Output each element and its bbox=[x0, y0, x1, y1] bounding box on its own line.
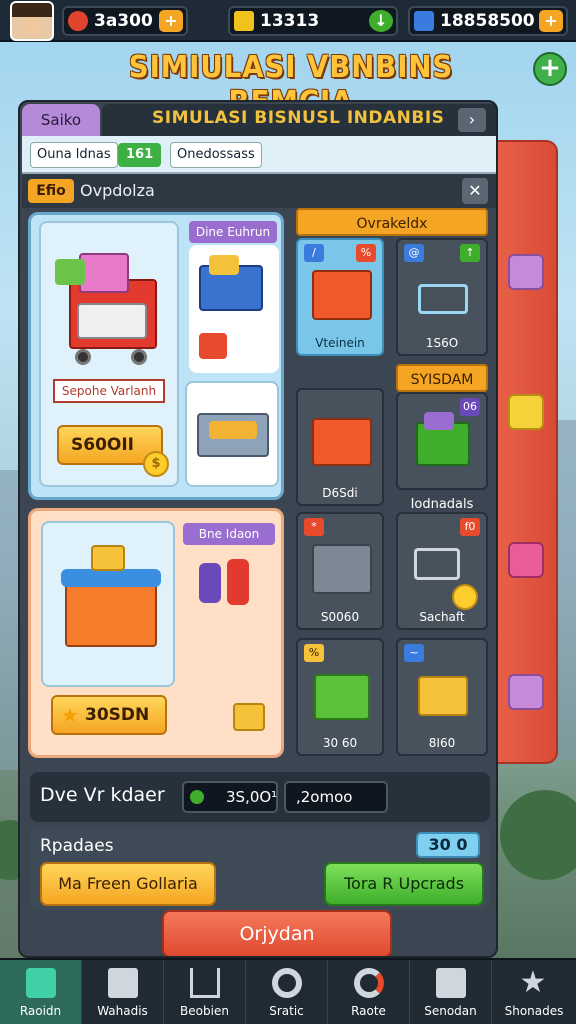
upgrade-row: Rpadaes 30 0 Ma Freen Gollaria Tora R Up… bbox=[30, 828, 490, 910]
cart-icon bbox=[418, 676, 468, 716]
amount-input[interactable]: 3S,0O¹ bbox=[182, 781, 278, 813]
collect-button[interactable]: ↓ bbox=[369, 10, 393, 32]
nav-item-wahadis[interactable]: Wahadis bbox=[82, 960, 164, 1024]
gallery-button[interactable]: Ma Freen Gollaria bbox=[40, 862, 216, 906]
filter-chip[interactable]: Ouna ldnas bbox=[30, 142, 118, 168]
upgrade-label: Rpadaes bbox=[40, 836, 114, 856]
resource-crates: 13313 ↓ bbox=[228, 6, 398, 36]
order-row: Dve Vr kdaer 3S,0O¹ ,2omoo bbox=[30, 772, 490, 822]
tile-product[interactable]: @ ↑ 1S6O bbox=[396, 238, 488, 356]
side-item-icon[interactable] bbox=[508, 394, 544, 430]
resource-money: 18858500 + bbox=[408, 6, 568, 36]
player-avatar[interactable] bbox=[10, 1, 54, 41]
product-variant[interactable] bbox=[185, 381, 279, 487]
bottom-nav: Raoidn Wahadis Beobien Sratic Raote Seno… bbox=[0, 958, 576, 1024]
tab-bar: SIMULASI BISNUSL INDANBIS › bbox=[102, 104, 496, 136]
product-card[interactable]: Sepohe Varlanh S60OII $ Dine Euhrun bbox=[28, 212, 284, 500]
upgrade-count: 30 0 bbox=[416, 832, 480, 858]
side-item-icon[interactable] bbox=[508, 254, 544, 290]
buy-button[interactable]: ★ 30SDN bbox=[51, 695, 167, 735]
business-window: Saiko SIMULASI BISNUSL INDANBIS › Ouna l… bbox=[18, 100, 498, 958]
close-icon[interactable]: ✕ bbox=[462, 178, 488, 204]
money-icon bbox=[414, 11, 434, 31]
section-title: Ovpdolza bbox=[80, 181, 155, 200]
order-label: Dve Vr kdaer bbox=[40, 784, 165, 806]
total-input[interactable]: ,2omoo bbox=[284, 781, 388, 813]
tab-main-title[interactable]: SIMULASI BISNUSL INDANBIS bbox=[152, 108, 444, 128]
store-icon bbox=[65, 577, 157, 647]
product-label: Sepohe Varlanh bbox=[53, 379, 165, 403]
product-image bbox=[41, 521, 175, 687]
wrench-icon bbox=[354, 968, 384, 998]
add-coins-button[interactable]: + bbox=[159, 10, 183, 32]
tiles-header: Ovrakeldx bbox=[296, 208, 488, 236]
product-card[interactable]: ★ 30SDN Bne Idaon bbox=[28, 508, 284, 758]
cart-icon bbox=[414, 548, 460, 580]
tile-product[interactable]: D6Sdi bbox=[296, 388, 384, 506]
tile-product[interactable]: / % Vteinein bbox=[296, 238, 384, 356]
plus-button[interactable]: + bbox=[533, 52, 567, 86]
tile-product[interactable]: ~ 8I60 bbox=[396, 638, 488, 756]
upgrade-button[interactable]: Tora R Upcrads bbox=[324, 862, 484, 906]
fridge-icon bbox=[108, 968, 138, 998]
section-badge: Efio bbox=[28, 179, 74, 203]
tile-product[interactable]: 06 bbox=[396, 392, 488, 490]
next-arrow-icon[interactable]: › bbox=[458, 108, 486, 132]
add-money-button[interactable]: + bbox=[539, 10, 563, 32]
section-header: Efio Ovpdolza ✕ bbox=[22, 174, 496, 208]
filter-chip[interactable]: Onedossass bbox=[170, 142, 262, 168]
top-bar: 3a300 1 + 13313 ↓ 18858500 + bbox=[0, 0, 576, 42]
cart-icon bbox=[190, 968, 220, 998]
crate-icon bbox=[234, 11, 254, 31]
nav-item-shonades[interactable]: ★ Shonades bbox=[492, 960, 576, 1024]
resource-coins: 3a300 1 + bbox=[62, 6, 188, 36]
product-tag: Bne Idaon bbox=[183, 523, 275, 545]
side-item-icon[interactable] bbox=[508, 542, 544, 578]
tile-product[interactable]: * S0060 bbox=[296, 512, 384, 630]
gear-icon bbox=[272, 968, 302, 998]
tiles-header: SYISDAM bbox=[396, 364, 488, 392]
coin-icon bbox=[68, 11, 88, 31]
tile-product[interactable]: f0 Sachaft bbox=[396, 512, 488, 630]
filter-count[interactable]: 161 bbox=[118, 143, 162, 167]
coin-icon: $ bbox=[143, 451, 169, 477]
product-tag: Dine Euhrun bbox=[189, 221, 277, 243]
coin-icon bbox=[452, 584, 478, 610]
confirm-button[interactable]: Orjydan bbox=[162, 910, 392, 956]
product-variant[interactable] bbox=[189, 245, 279, 373]
store-icon bbox=[26, 968, 56, 998]
star-icon: ★ bbox=[519, 965, 547, 1000]
cart-icon bbox=[418, 284, 468, 314]
side-item-icon[interactable] bbox=[508, 674, 544, 710]
nav-item-senodan[interactable]: Senodan bbox=[410, 960, 492, 1024]
crate-icon bbox=[436, 968, 466, 998]
nav-item-raote[interactable]: Raote bbox=[328, 960, 410, 1024]
tile-product[interactable]: % 30 60 bbox=[296, 638, 384, 756]
nav-item-beobien[interactable]: Beobien bbox=[164, 960, 246, 1024]
coin-icon bbox=[190, 790, 204, 804]
tab-saiko[interactable]: Saiko bbox=[22, 104, 100, 136]
nav-item-sratic[interactable]: Sratic bbox=[246, 960, 328, 1024]
filter-bar: Ouna ldnas 161 Onedossass bbox=[22, 136, 496, 174]
nav-item-raoidn[interactable]: Raoidn bbox=[0, 960, 82, 1024]
side-panel bbox=[494, 140, 558, 764]
